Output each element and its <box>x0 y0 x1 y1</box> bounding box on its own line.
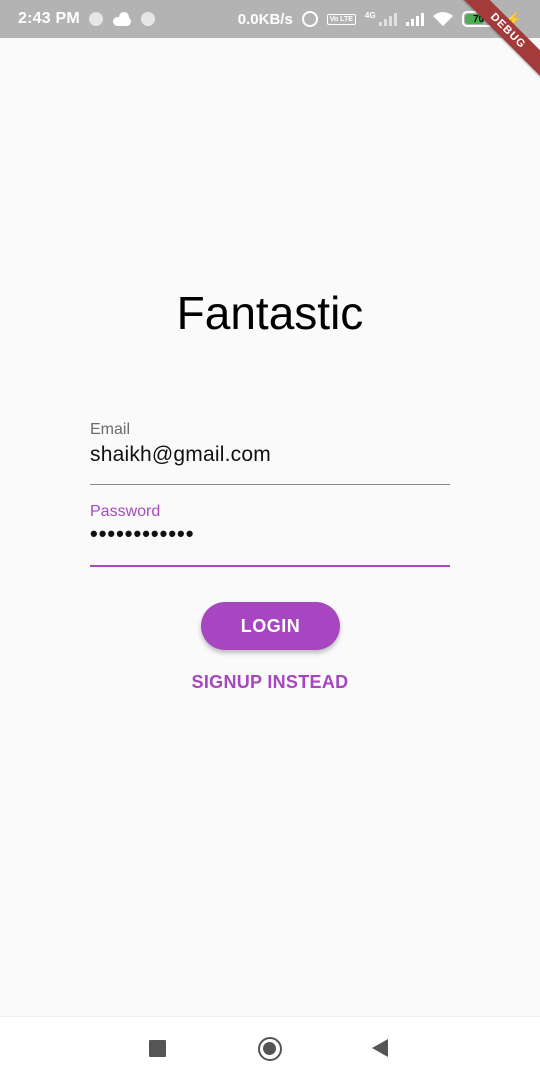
notification-dot-icon <box>88 12 103 26</box>
cloud-icon <box>112 12 132 26</box>
email-label: Email <box>90 421 131 438</box>
back-icon[interactable] <box>372 1039 388 1057</box>
password-label: Password <box>90 503 161 520</box>
email-field[interactable]: Email shaikh@gmail.com <box>90 418 450 485</box>
network-type: 4G <box>364 10 376 20</box>
signal-sim2-icon <box>405 12 424 26</box>
signup-instead-button[interactable]: SIGNUP INSTEAD <box>0 672 540 693</box>
status-time: 2:43 PM <box>18 10 80 27</box>
home-icon[interactable] <box>258 1037 282 1061</box>
alarm-icon <box>301 11 318 27</box>
navigation-bar <box>0 1016 540 1080</box>
app-title: Fantastic <box>176 287 364 339</box>
password-input[interactable]: •••••••••••• <box>90 521 450 547</box>
status-bar: 2:43 PM 0.0KB/s Vo LTE 4G 70 ⚡ <box>0 0 540 38</box>
status-bar-left: 2:43 PM <box>18 10 155 28</box>
recents-icon[interactable] <box>149 1040 166 1057</box>
password-field[interactable]: Password •••••••••••• <box>90 500 450 567</box>
email-input[interactable]: shaikh@gmail.com <box>90 443 450 467</box>
login-button[interactable]: LOGIN <box>201 602 340 650</box>
signal-sim1-icon <box>378 12 397 26</box>
wifi-icon <box>432 12 453 26</box>
notification-dot-icon <box>140 12 155 26</box>
network-speed: 0.0KB/s <box>237 10 293 28</box>
volte-icon: Vo LTE <box>326 13 356 25</box>
